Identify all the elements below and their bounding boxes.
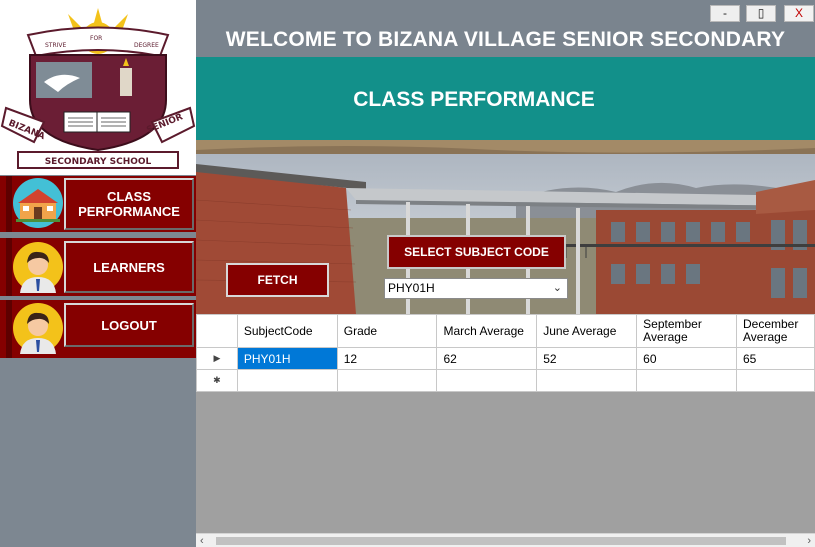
table-cell[interactable]	[336, 369, 438, 392]
logout-button[interactable]: LOGOUT	[64, 303, 194, 347]
school-logo: STRIVE FOR DEGREE BIZANA SENIOR SECONDAR…	[0, 0, 196, 175]
table-cell[interactable]: 52	[536, 347, 638, 370]
learners-button[interactable]: LEARNERS	[64, 241, 194, 293]
column-header[interactable]: September Average	[636, 314, 737, 348]
page-title: CLASS PERFORMANCE	[353, 88, 595, 111]
table-cell[interactable]: 65	[736, 347, 815, 370]
window-title: WELCOME TO BIZANA VILLAGE SENIOR SECONDA…	[225, 28, 786, 51]
performance-grid: SubjectCode Grade March Average June Ave…	[196, 314, 815, 547]
main-panel: - ▯ X WELCOME TO BIZANA VILLAGE SENIOR S…	[196, 0, 815, 547]
performance-table: SubjectCode Grade March Average June Ave…	[196, 314, 815, 392]
table-cell[interactable]	[236, 369, 338, 392]
sidebar-item-class-performance: CLASS PERFORMANCE	[0, 176, 196, 232]
horizontal-scrollbar[interactable]: ‹ ›	[196, 533, 815, 547]
new-row-asterisk-icon: ✱	[196, 369, 238, 392]
chevron-down-icon[interactable]: ⌄	[553, 279, 562, 298]
svg-text:STRIVE: STRIVE	[45, 42, 67, 49]
row-header-corner	[196, 314, 238, 348]
scrollbar-thumb[interactable]	[216, 537, 786, 545]
table-cell[interactable]	[436, 369, 538, 392]
table-cell[interactable]: 12	[336, 347, 438, 370]
student-avatar-icon	[12, 302, 64, 354]
sidebar-item-learners: LEARNERS	[0, 238, 196, 296]
sidebar-item-logout: LOGOUT	[0, 300, 196, 358]
sidebar: STRIVE FOR DEGREE BIZANA SENIOR SECONDAR…	[0, 0, 196, 547]
column-header[interactable]: Grade	[336, 314, 438, 348]
table-row[interactable]: ▶ PHY01H 12 62 52 60 65	[196, 347, 815, 370]
class-performance-button[interactable]: CLASS PERFORMANCE	[64, 178, 194, 230]
column-header[interactable]: December Average	[736, 314, 815, 348]
svg-text:FOR: FOR	[90, 35, 102, 42]
select-subject-code-button[interactable]: SELECT SUBJECT CODE	[387, 235, 566, 269]
table-cell[interactable]	[736, 369, 815, 392]
title-bar: - ▯ X WELCOME TO BIZANA VILLAGE SENIOR S…	[196, 0, 815, 57]
school-building-icon	[12, 177, 64, 229]
table-cell[interactable]	[636, 369, 737, 392]
table-cell[interactable]: PHY01H	[236, 347, 338, 370]
current-row-arrow-icon[interactable]: ▶	[196, 347, 238, 370]
scroll-left-icon[interactable]: ‹	[200, 534, 204, 547]
table-cell[interactable]: 62	[436, 347, 538, 370]
column-header[interactable]: March Average	[436, 314, 538, 348]
student-avatar-icon	[12, 241, 64, 293]
table-cell[interactable]: 60	[636, 347, 737, 370]
subject-code-select[interactable]: PHY01H ⌄	[384, 278, 568, 299]
fetch-button[interactable]: FETCH	[226, 263, 329, 297]
table-cell[interactable]	[536, 369, 638, 392]
svg-text:SECONDARY SCHOOL: SECONDARY SCHOOL	[45, 157, 152, 167]
maximize-button[interactable]: ▯	[746, 5, 776, 22]
scroll-right-icon[interactable]: ›	[807, 534, 811, 547]
column-header[interactable]: SubjectCode	[236, 314, 338, 348]
new-row[interactable]: ✱	[196, 369, 815, 392]
subject-code-value: PHY01H	[388, 281, 435, 295]
close-button[interactable]: X	[784, 5, 814, 22]
svg-text:DEGREE: DEGREE	[134, 42, 159, 49]
table-header-row: SubjectCode Grade March Average June Ave…	[196, 314, 815, 348]
app-window: STRIVE FOR DEGREE BIZANA SENIOR SECONDAR…	[0, 0, 815, 547]
minimize-button[interactable]: -	[710, 5, 740, 22]
column-header[interactable]: June Average	[536, 314, 638, 348]
